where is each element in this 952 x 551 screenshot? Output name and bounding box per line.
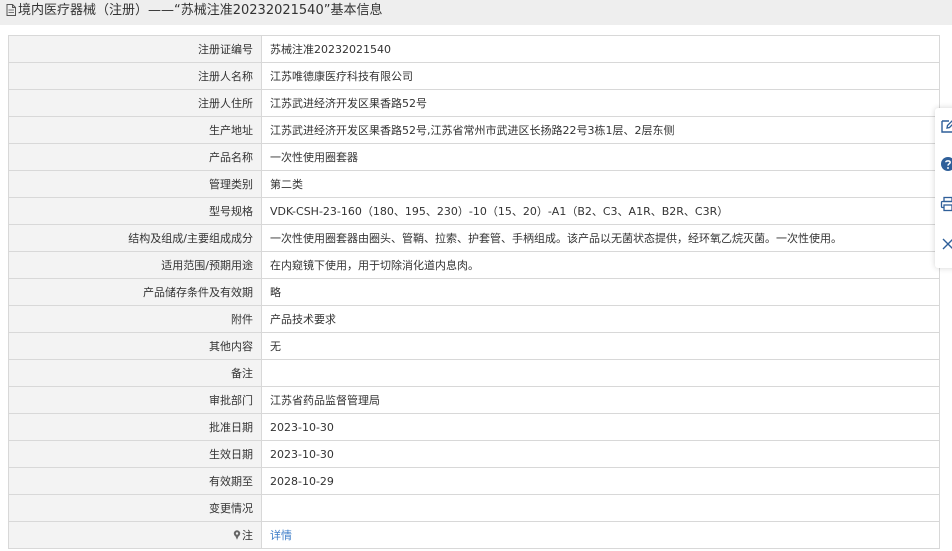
row-label: 结构及组成/主要组成成分 xyxy=(8,224,262,252)
pin-icon xyxy=(233,530,241,540)
floating-toolbar xyxy=(935,108,952,268)
table-row: 管理类别 第二类 xyxy=(8,170,940,198)
row-label: 生产地址 xyxy=(8,116,262,144)
table-row: 审批部门 江苏省药品监督管理局 xyxy=(8,386,940,414)
row-label: 其他内容 xyxy=(8,332,262,360)
row-value: 产品技术要求 xyxy=(261,305,940,333)
row-label: 注册证编号 xyxy=(8,35,262,63)
table-row: 结构及组成/主要组成成分 一次性使用圈套器由圈头、管鞘、拉索、护套管、手柄组成。… xyxy=(8,224,940,252)
table-row: 备注 xyxy=(8,359,940,387)
table-row: 变更情况 xyxy=(8,494,940,522)
table-row: 生效日期 2023-10-30 xyxy=(8,440,940,468)
table-row: 其他内容 无 xyxy=(8,332,940,360)
row-value: 一次性使用圈套器由圈头、管鞘、拉索、护套管、手柄组成。该产品以无菌状态提供，经环… xyxy=(261,224,940,252)
row-label: 注册人住所 xyxy=(8,89,262,117)
row-value: 2023-10-30 xyxy=(261,440,940,468)
table-row: 生产地址 江苏武进经济开发区果香路52号,江苏省常州市武进区长扬路22号3栋1层… xyxy=(8,116,940,144)
row-label: 产品名称 xyxy=(8,143,262,171)
print-icon[interactable] xyxy=(940,196,952,212)
row-value: 在内窥镜下使用，用于切除消化道内息肉。 xyxy=(261,251,940,279)
page-header: 境内医疗器械（注册）——“苏械注准20232021540”基本信息 xyxy=(0,0,952,25)
row-value: 2023-10-30 xyxy=(261,413,940,441)
row-label: 型号规格 xyxy=(8,197,262,225)
edit-icon[interactable] xyxy=(940,118,952,134)
row-value: 第二类 xyxy=(261,170,940,198)
details-link[interactable]: 详情 xyxy=(270,529,292,542)
note-label-cell: 注 xyxy=(8,521,262,549)
row-label: 生效日期 xyxy=(8,440,262,468)
row-value: 江苏武进经济开发区果香路52号,江苏省常州市武进区长扬路22号3栋1层、2层东侧 xyxy=(261,116,940,144)
row-value: 江苏唯德康医疗科技有限公司 xyxy=(261,62,940,90)
help-icon[interactable] xyxy=(940,156,952,172)
row-label: 批准日期 xyxy=(8,413,262,441)
table-row: 型号规格 VDK-CSH-23-160（180、195、230）-10（15、2… xyxy=(8,197,940,225)
info-table-wrapper: 注册证编号 苏械注准20232021540 注册人名称 江苏唯德康医疗科技有限公… xyxy=(8,35,940,549)
table-row: 批准日期 2023-10-30 xyxy=(8,413,940,441)
note-value-cell: 详情 xyxy=(261,521,940,549)
row-value: 江苏省药品监督管理局 xyxy=(261,386,940,414)
close-icon[interactable] xyxy=(940,236,952,252)
row-value: 略 xyxy=(261,278,940,306)
page-title: 境内医疗器械（注册）——“苏械注准20232021540”基本信息 xyxy=(18,3,383,18)
document-icon xyxy=(6,4,16,16)
table-row: 附件 产品技术要求 xyxy=(8,305,940,333)
row-label: 注册人名称 xyxy=(8,62,262,90)
row-value xyxy=(261,359,940,387)
table-row: 适用范围/预期用途 在内窥镜下使用，用于切除消化道内息肉。 xyxy=(8,251,940,279)
table-row: 产品名称 一次性使用圈套器 xyxy=(8,143,940,171)
note-row: 注 详情 xyxy=(8,521,940,549)
row-value: 江苏武进经济开发区果香路52号 xyxy=(261,89,940,117)
row-label: 变更情况 xyxy=(8,494,262,522)
table-row: 注册证编号 苏械注准20232021540 xyxy=(8,35,940,63)
row-label: 有效期至 xyxy=(8,467,262,495)
row-value: 无 xyxy=(261,332,940,360)
row-value xyxy=(261,494,940,522)
row-label: 产品储存条件及有效期 xyxy=(8,278,262,306)
row-value: VDK-CSH-23-160（180、195、230）-10（15、20）-A1… xyxy=(261,197,940,225)
table-row: 注册人住所 江苏武进经济开发区果香路52号 xyxy=(8,89,940,117)
row-value: 一次性使用圈套器 xyxy=(261,143,940,171)
row-label: 审批部门 xyxy=(8,386,262,414)
note-label: 注 xyxy=(242,529,253,542)
row-value: 苏械注准20232021540 xyxy=(261,35,940,63)
table-row: 产品储存条件及有效期 略 xyxy=(8,278,940,306)
row-label: 附件 xyxy=(8,305,262,333)
row-value: 2028-10-29 xyxy=(261,467,940,495)
row-label: 管理类别 xyxy=(8,170,262,198)
info-table: 注册证编号 苏械注准20232021540 注册人名称 江苏唯德康医疗科技有限公… xyxy=(8,35,940,549)
row-label: 适用范围/预期用途 xyxy=(8,251,262,279)
table-row: 注册人名称 江苏唯德康医疗科技有限公司 xyxy=(8,62,940,90)
table-row: 有效期至 2028-10-29 xyxy=(8,467,940,495)
row-label: 备注 xyxy=(8,359,262,387)
